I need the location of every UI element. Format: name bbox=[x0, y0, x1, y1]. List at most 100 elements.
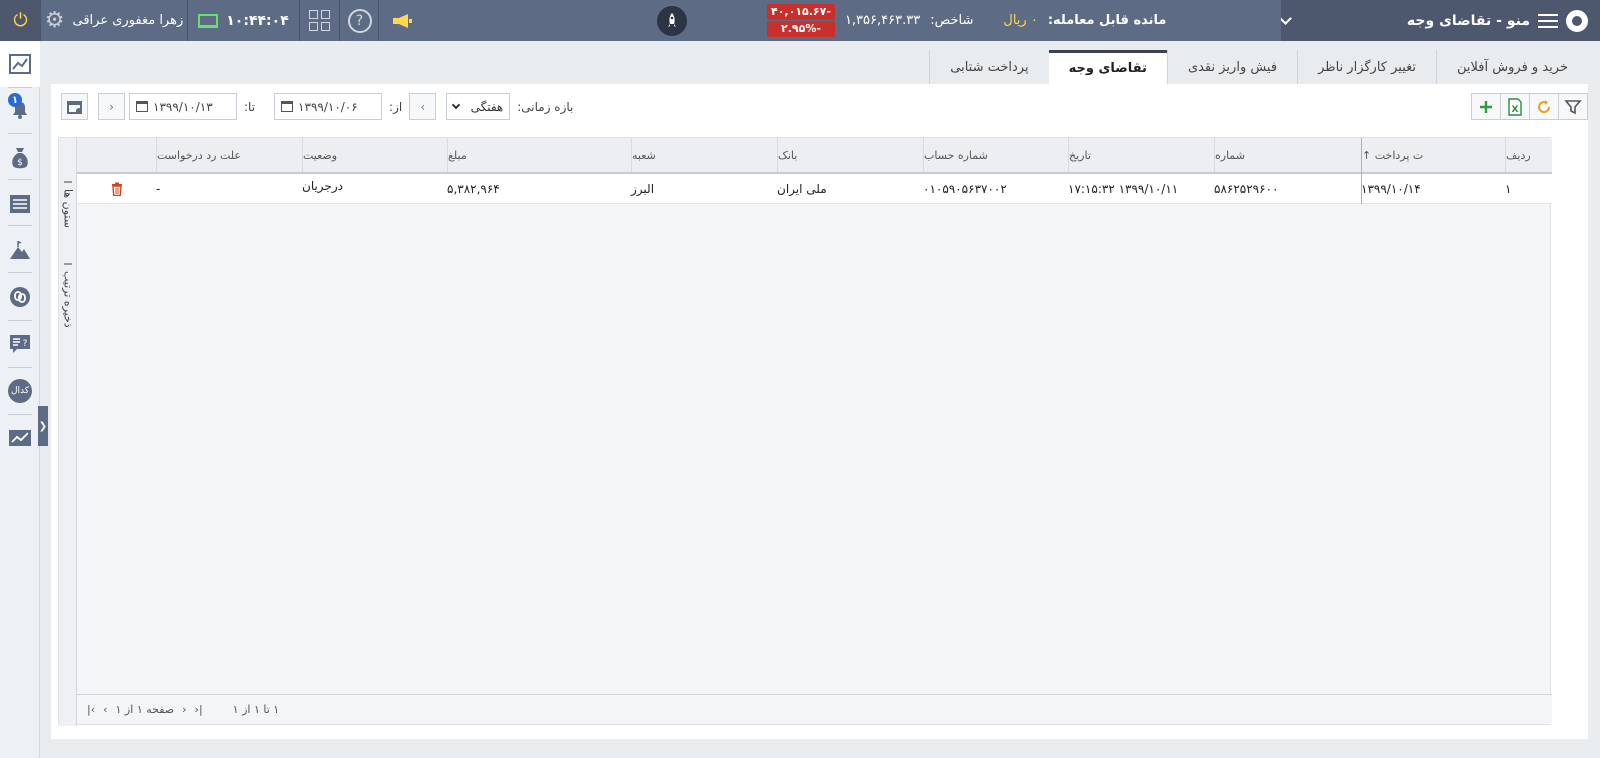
left-sidebar: ۱ $ ? کدال ❯ bbox=[0, 41, 48, 758]
filter-icon bbox=[1564, 99, 1582, 114]
to-date-input[interactable]: ۱۳۹۹/۱۰/۱۳ bbox=[129, 93, 237, 120]
sidebar-item-mountain[interactable] bbox=[0, 227, 40, 273]
pager: |‹ ‹ صفحه ۱ از ۱ › ›| ۱ تا ۱ از ۱ bbox=[77, 694, 1552, 724]
calendar-icon bbox=[281, 101, 294, 112]
grip-icon bbox=[64, 180, 72, 183]
notification-badge: ۱ bbox=[8, 93, 22, 107]
svg-text:$: $ bbox=[17, 158, 23, 168]
col-row[interactable]: ردیف bbox=[1505, 138, 1552, 172]
help-icon: ? bbox=[347, 8, 372, 33]
tab-bar: پرداخت شتابی تقاضای وجه فیش واریز نقدی ت… bbox=[929, 50, 1588, 84]
columns-toggle[interactable]: ستون ها bbox=[59, 164, 77, 244]
filter-button[interactable] bbox=[1558, 93, 1588, 120]
grid-header: ردیف ت پرداخت ↑ شماره تاریخ شماره حساب ب… bbox=[77, 138, 1552, 174]
col-date[interactable]: تاریخ bbox=[1068, 138, 1214, 172]
settings-gears-icon[interactable]: ⚙ bbox=[45, 9, 65, 32]
logout-button[interactable]: ⏻ bbox=[0, 0, 40, 41]
records-info: ۱ تا ۱ از ۱ bbox=[232, 703, 280, 716]
svg-text:?: ? bbox=[23, 339, 28, 349]
market-info: مانده قابل معامله: ۰ ریال شاخص: ۱,۳۵۶,۴۶… bbox=[657, 0, 1281, 41]
index-label: شاخص: bbox=[930, 13, 974, 28]
cell-amount: ۵,۳۸۲,۹۶۴ bbox=[447, 182, 500, 196]
brand-menu[interactable]: منو - تقاضای وجه bbox=[1279, 0, 1600, 41]
help-button[interactable]: ? bbox=[339, 0, 379, 41]
laptop-icon bbox=[198, 13, 219, 28]
next-page-icon[interactable]: › bbox=[182, 703, 186, 716]
last-page-icon[interactable]: ›| bbox=[195, 703, 203, 716]
add-button[interactable] bbox=[1471, 93, 1501, 120]
index-value: ۱,۳۵۶,۴۶۳.۳۳ bbox=[844, 13, 921, 28]
col-status[interactable]: وضعیت bbox=[302, 138, 447, 172]
user-name: زهرا مغفوری عراقی bbox=[72, 13, 184, 28]
power-icon: ⏻ bbox=[13, 10, 28, 31]
prev-page-icon[interactable]: ‹ bbox=[103, 703, 107, 716]
to-label: تا: bbox=[244, 99, 256, 114]
grid-layout-icon bbox=[309, 10, 330, 31]
col-pay-date[interactable]: ت پرداخت ↑ bbox=[1361, 138, 1505, 172]
col-branch[interactable]: شعبه bbox=[631, 138, 777, 172]
cell-number: ۵۸۶۲۵۲۹۶۰۰ bbox=[1214, 182, 1279, 196]
rocket-icon[interactable] bbox=[657, 5, 687, 36]
cell-bank: ملی ایران bbox=[777, 182, 827, 196]
app-logo-icon bbox=[1566, 9, 1588, 32]
clock-time: ۱۰:۴۴:۰۴ bbox=[226, 12, 289, 29]
sidebar-item-chart[interactable] bbox=[0, 41, 40, 87]
page-info: صفحه ۱ از ۱ bbox=[115, 703, 175, 716]
prev-period-button[interactable]: ‹ bbox=[409, 93, 437, 120]
balance-label: مانده قابل معامله: bbox=[1047, 13, 1167, 28]
balance-value: ۰ ریال bbox=[1003, 13, 1038, 28]
megaphone-icon bbox=[392, 13, 412, 28]
layout-button[interactable] bbox=[299, 0, 339, 41]
sidebar-item-money[interactable]: $ bbox=[0, 135, 40, 181]
cell-reject-reason: - bbox=[156, 182, 161, 196]
excel-icon: X bbox=[1508, 97, 1522, 116]
chevron-left-icon: ‹ bbox=[420, 99, 426, 114]
sidebar-item-link[interactable] bbox=[0, 274, 40, 320]
top-bar: منو - تقاضای وجه مانده قابل معامله: ۰ ری… bbox=[0, 0, 1600, 41]
sidebar-item-codal[interactable]: کدال bbox=[0, 368, 40, 414]
sidebar-item-faq[interactable]: ? bbox=[0, 321, 40, 367]
col-account[interactable]: شماره حساب bbox=[923, 138, 1068, 172]
range-select[interactable]: هفتگی bbox=[446, 93, 511, 120]
calendar-settings-button[interactable] bbox=[61, 93, 88, 120]
requests-grid: ستون ها ذخیره ترتیب ردیف ت پرداخت ↑ شمار… bbox=[58, 137, 1552, 726]
cell-row: ۱ bbox=[1505, 182, 1512, 196]
from-date-value: ۱۳۹۹/۱۰/۰۶ bbox=[298, 99, 358, 114]
col-amount[interactable]: مبلغ bbox=[447, 138, 631, 172]
trash-icon bbox=[111, 182, 122, 196]
chevron-down-icon[interactable] bbox=[1279, 12, 1292, 25]
tab-cash-deposit[interactable]: فیش واریز نقدی bbox=[1166, 50, 1297, 84]
clock-area: ۱۰:۴۴:۰۴ bbox=[187, 0, 299, 41]
table-row[interactable]: ۱ ۱۳۹۹/۱۰/۱۴ ۵۸۶۲۵۲۹۶۰۰ ۱۳۹۹/۱۰/۱۱ ۱۷:۱۵… bbox=[77, 174, 1552, 204]
from-date-input[interactable]: ۱۳۹۹/۱۰/۰۶ bbox=[274, 93, 383, 120]
action-buttons: X bbox=[1471, 93, 1588, 120]
next-period-button[interactable]: › bbox=[98, 93, 125, 120]
tab-change-broker[interactable]: تغییر کارگزار ناظر bbox=[1297, 50, 1436, 84]
from-label: از: bbox=[389, 99, 403, 114]
codal-icon: کدال bbox=[8, 379, 32, 403]
delete-button[interactable] bbox=[77, 174, 156, 204]
tab-offline-trade[interactable]: خرید و فروش آفلاین bbox=[1436, 50, 1588, 84]
sidebar-item-notifications[interactable]: ۱ bbox=[0, 87, 40, 133]
announcement-button[interactable] bbox=[378, 0, 424, 41]
sidebar-item-list[interactable] bbox=[0, 181, 40, 227]
grid-side-strip: ستون ها ذخیره ترتیب bbox=[59, 138, 77, 726]
col-bank[interactable]: بانک bbox=[777, 138, 923, 172]
cell-status: درجریان bbox=[302, 179, 343, 193]
line-chart-icon bbox=[9, 54, 31, 74]
trend-chart-icon bbox=[9, 430, 31, 446]
calendar-icon bbox=[136, 101, 148, 112]
save-layout-toggle[interactable]: ذخیره ترتیب bbox=[59, 250, 77, 340]
sidebar-expand-toggle[interactable]: ❯ bbox=[38, 406, 48, 446]
refresh-button[interactable] bbox=[1529, 93, 1559, 120]
cell-account: ۰۱۰۵۹۰۵۶۳۷۰۰۲ bbox=[923, 182, 1007, 196]
user-area[interactable]: ⚙ زهرا مغفوری عراقی bbox=[40, 0, 187, 41]
col-reject-reason[interactable]: علت رد درخواست bbox=[156, 138, 302, 172]
export-excel-button[interactable]: X bbox=[1500, 93, 1530, 120]
hamburger-menu-icon[interactable] bbox=[1538, 13, 1558, 28]
sidebar-item-trend[interactable] bbox=[0, 415, 40, 461]
tab-fast-payment[interactable]: پرداخت شتابی bbox=[929, 50, 1048, 84]
col-number[interactable]: شماره bbox=[1214, 138, 1361, 172]
first-page-icon[interactable]: |‹ bbox=[87, 703, 95, 716]
tab-fund-request[interactable]: تقاضای وجه bbox=[1048, 50, 1167, 84]
